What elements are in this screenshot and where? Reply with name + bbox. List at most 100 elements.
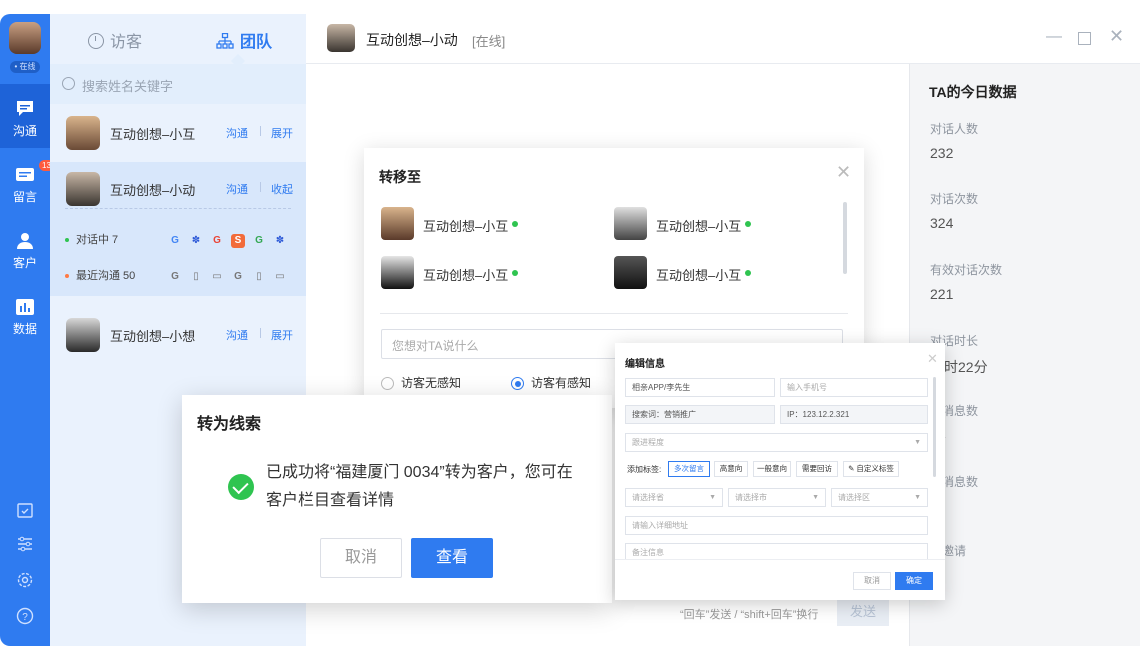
- tag-option[interactable]: 一般意向: [753, 461, 791, 477]
- close-icon[interactable]: ✕: [836, 162, 851, 183]
- district-select[interactable]: 请选择区 ▼: [831, 488, 928, 507]
- view-button[interactable]: 查看: [411, 538, 493, 578]
- chatting-count-text: 对话中 7: [76, 234, 119, 246]
- dialog-title: 编辑信息: [625, 359, 665, 370]
- chat-link[interactable]: 沟通: [226, 327, 248, 343]
- list-item[interactable]: 互动创想–小互 沟通 展开: [50, 106, 306, 162]
- avatar: [66, 172, 100, 206]
- tab-visitors[interactable]: 访客: [88, 28, 142, 52]
- search-icon: [62, 77, 75, 90]
- radio-label: 访客无感知: [401, 376, 462, 390]
- chat-title: 互动创想–小动: [366, 32, 458, 48]
- calendar-check-icon[interactable]: [15, 501, 35, 521]
- city-select[interactable]: 请选择市 ▼: [728, 488, 826, 507]
- chat-link[interactable]: 沟通: [226, 125, 248, 141]
- avatar: [614, 207, 647, 240]
- list-item[interactable]: 互动创想–小想 沟通 展开: [50, 308, 306, 364]
- tags-label: 添加标签:: [627, 465, 662, 474]
- google-icon: G: [234, 271, 242, 282]
- note-field[interactable]: 备注信息: [625, 543, 928, 559]
- stat-item: 有效对话次数 221: [930, 261, 1002, 302]
- close-icon[interactable]: ✕: [927, 351, 938, 367]
- recent-count: 最近沟通 50: [65, 267, 135, 283]
- nav-messages-label: 留言: [12, 190, 37, 204]
- radio-label: 访客有感知: [531, 376, 592, 390]
- chat-link[interactable]: 沟通: [226, 181, 248, 197]
- stat-value: 324: [930, 215, 954, 231]
- dialog-title: 转移至: [379, 169, 421, 185]
- radio-visitor-aware[interactable]: 访客有感知: [511, 374, 591, 391]
- chevron-down-icon: ▼: [812, 494, 819, 501]
- minimize-icon[interactable]: —: [1046, 28, 1062, 46]
- user-avatar[interactable]: [9, 22, 41, 54]
- tag-option[interactable]: 高意向: [714, 461, 748, 477]
- agent-name: 互动创想–小互: [656, 219, 742, 234]
- agent-name: 互动创想–小互: [423, 219, 509, 234]
- stat-item: 对话次数 324: [930, 190, 978, 231]
- google-icon: G: [213, 235, 221, 246]
- custom-tag-button[interactable]: ✎ 自定义标签: [843, 461, 899, 477]
- recent-count-text: 最近沟通 50: [76, 270, 136, 282]
- stat-value: 232: [930, 145, 954, 161]
- name-field[interactable]: 相亲APP/李先生: [625, 378, 775, 397]
- confirm-button[interactable]: 确定: [895, 572, 933, 590]
- baidu-icon: ✽: [191, 235, 201, 246]
- nav-chat[interactable]: 沟通: [0, 84, 50, 148]
- province-select[interactable]: 请选择省 ▼: [625, 488, 723, 507]
- success-message: 已成功将“福建厦门 0034”转为客户，您可在客户栏目查看详情: [266, 464, 573, 509]
- chatting-count: 对话中 7: [65, 231, 118, 247]
- edit-info-dialog: 编辑信息 ✕ 相亲APP/李先生 输入手机号 搜索词：营销推广 IP：123.1…: [615, 343, 945, 600]
- search-placeholder: 搜索姓名关键字: [82, 79, 174, 94]
- tag-option[interactable]: 需要回访: [796, 461, 838, 477]
- avatar: [327, 24, 355, 52]
- settings-icon[interactable]: [15, 571, 35, 591]
- chevron-down-icon: ▼: [914, 439, 921, 446]
- help-icon[interactable]: ?: [15, 607, 35, 627]
- nav-data[interactable]: 数据: [0, 282, 50, 346]
- agent-name: 互动创想–小互: [656, 268, 742, 283]
- nav-messages[interactable]: 13 留言: [0, 150, 54, 214]
- expand-link[interactable]: 展开: [271, 327, 293, 343]
- desktop-icon: ▭: [212, 271, 222, 282]
- close-icon[interactable]: ✕: [1109, 26, 1124, 47]
- avatar: [614, 256, 647, 289]
- message-icon: 13: [15, 160, 54, 184]
- avatar: [381, 256, 414, 289]
- divider: [260, 126, 261, 136]
- stat-item: 对话人数 232: [930, 120, 978, 161]
- expand-link[interactable]: 展开: [271, 125, 293, 141]
- sliders-icon[interactable]: [15, 535, 35, 555]
- google-icon: G: [255, 235, 263, 246]
- mobile-icon: ▯: [256, 271, 262, 282]
- radio-visitor-unaware[interactable]: 访客无感知: [381, 374, 461, 391]
- tab-team[interactable]: 团队: [216, 28, 272, 54]
- scrollbar[interactable]: [933, 377, 936, 477]
- customer-icon: [15, 232, 35, 250]
- stat-label: 对话次数: [930, 192, 979, 206]
- tag-option[interactable]: 多次留言: [668, 461, 710, 477]
- nav-customers[interactable]: 客户: [0, 216, 50, 280]
- chevron-down-icon: ▼: [914, 494, 921, 501]
- cancel-button[interactable]: 取消: [320, 538, 402, 578]
- dialog-title: 转为线索: [197, 416, 262, 433]
- avatar: [66, 116, 100, 150]
- baidu-icon: ✽: [275, 235, 285, 246]
- online-status: • 在线: [10, 61, 40, 73]
- mobile-icon: ▯: [193, 271, 199, 282]
- divider: [260, 182, 261, 192]
- tab-bar: 访客 团队: [50, 14, 306, 69]
- nav-data-label: 数据: [12, 322, 37, 336]
- phone-field[interactable]: 输入手机号: [780, 378, 928, 397]
- avatar: [66, 318, 100, 352]
- scrollbar[interactable]: [843, 202, 847, 274]
- search-input[interactable]: 搜索姓名关键字: [50, 64, 306, 104]
- maximize-icon[interactable]: [1078, 32, 1091, 45]
- address-field[interactable]: 请输入详细地址: [625, 516, 928, 535]
- cancel-button[interactable]: 取消: [853, 572, 891, 590]
- province-placeholder: 请选择省: [632, 493, 664, 502]
- progress-select[interactable]: 跟进程度 ▼: [625, 433, 928, 452]
- clock-icon: [88, 33, 104, 49]
- collapse-link[interactable]: 收起: [271, 181, 293, 197]
- chat-icon: [15, 100, 35, 118]
- send-button[interactable]: 发送: [837, 598, 889, 626]
